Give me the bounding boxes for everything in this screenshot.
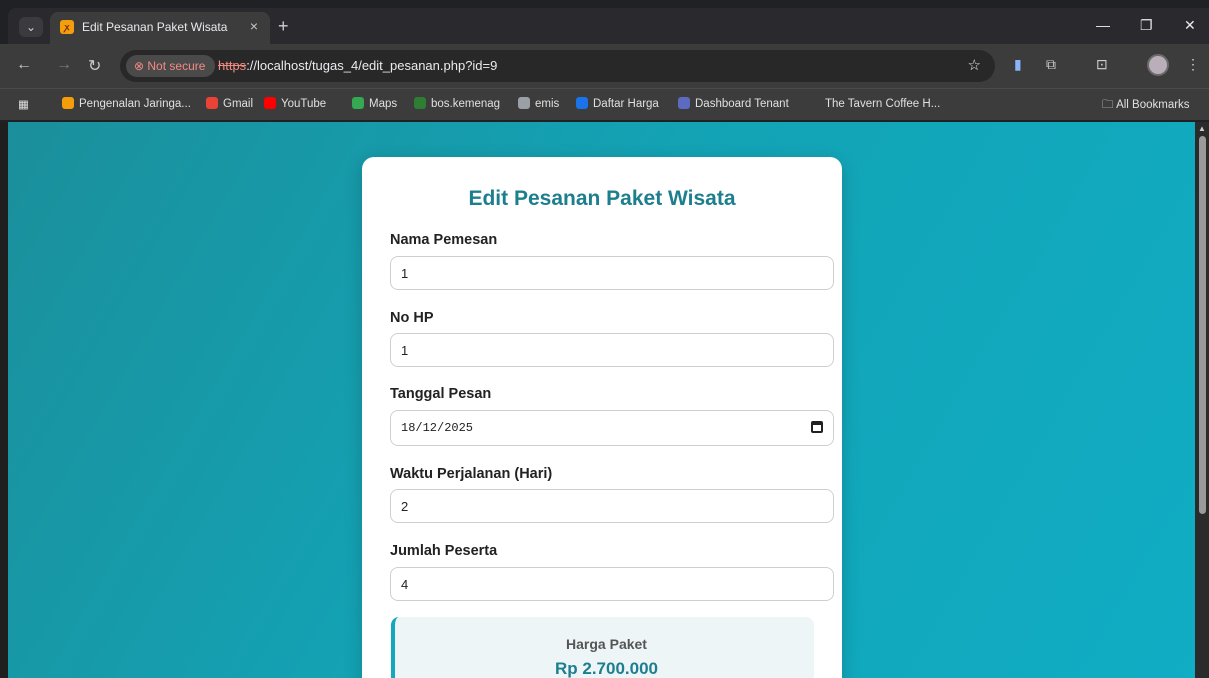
browser-chrome: ⌄ ꭗ Edit Pesanan Paket Wisata × + — ❐ ✕ … — [0, 0, 1209, 122]
edit-form-card: Edit Pesanan Paket Wisata Nama Pemesan N… — [362, 157, 842, 678]
waktu-perjalanan-label: Waktu Perjalanan (Hari) — [390, 466, 553, 482]
not-secure-chip[interactable]: ⊗ Not secure — [126, 55, 216, 77]
price-value: Rp 2.700.000 — [554, 659, 658, 678]
menu-kebab-icon[interactable]: ⋮ — [1186, 56, 1200, 73]
jumlah-peserta-label: Jumlah Peserta — [390, 543, 498, 559]
tab-active[interactable]: ꭗ Edit Pesanan Paket Wisata × — [50, 12, 270, 44]
bookmark-2-label: YouTube — [281, 98, 327, 110]
scroll-thumb[interactable] — [1199, 136, 1206, 514]
profile-avatar[interactable] — [1147, 54, 1169, 76]
url-scheme: https — [218, 58, 247, 73]
apps-grid-icon[interactable]: ▦ — [18, 97, 29, 111]
tab-search-button[interactable]: ⌄ — [19, 17, 43, 37]
scrollbar[interactable]: ▲ — [1195, 122, 1209, 678]
bookmark-0-icon — [62, 97, 74, 109]
restore-icon[interactable]: ❐ — [1140, 17, 1153, 34]
bookmark-daftar-harga[interactable]: Daftar Harga — [576, 97, 659, 110]
no-hp-input[interactable] — [390, 333, 834, 367]
page-viewport: Edit Pesanan Paket Wisata Nama Pemesan N… — [8, 122, 1209, 678]
bookmark-star-icon[interactable]: ☆ — [968, 56, 981, 74]
new-tab-button[interactable]: + — [278, 16, 289, 36]
folder-icon: 🗀 — [1102, 99, 1117, 111]
bookmark-3-label: Maps — [369, 98, 398, 110]
calendar-icon[interactable] — [811, 421, 823, 433]
waktu-perjalanan-input[interactable] — [390, 489, 834, 523]
price-label: Harga Paket — [566, 636, 647, 652]
bookmark-6-label: Daftar Harga — [593, 98, 659, 110]
bookmark-emis[interactable]: emis — [518, 97, 559, 110]
gmail-icon — [206, 97, 218, 109]
nama-pemesan-label: Nama Pemesan — [390, 232, 498, 248]
extensions-puzzle-icon[interactable]: ⧉ — [1046, 56, 1056, 73]
bookmarks-bar: ▦ Pengenalan Jaringa... Gmail YouTube Ma… — [0, 88, 1209, 120]
extension-icon[interactable]: ▮ — [1014, 56, 1022, 73]
bookmark-bos-kemenag[interactable]: bos.kemenag — [414, 97, 500, 110]
forward-icon[interactable]: → — [56, 56, 72, 74]
all-bookmarks[interactable]: 🗀 All Bookmarks — [1102, 97, 1190, 116]
bookmark-5-label: emis — [535, 98, 560, 110]
bookmark-dashboard-tenant[interactable]: Dashboard Tenant — [678, 97, 789, 110]
tab-title: Edit Pesanan Paket Wisata — [82, 20, 228, 34]
url-path: ://localhost/tugas_4/edit_pesanan.php?id… — [246, 58, 498, 73]
bookmark-0[interactable]: Pengenalan Jaringa... — [62, 97, 191, 110]
url-text[interactable]: https://localhost/tugas_4/edit_pesanan.p… — [218, 58, 497, 73]
toolbar: ← → ↻ ⊗ Not secure https://localhost/tug… — [0, 44, 1209, 88]
tanggal-pesan-value: 18/12/2025 — [401, 421, 474, 435]
xampp-icon: ꭗ — [60, 20, 74, 34]
tanggal-pesan-label: Tanggal Pesan — [390, 386, 492, 402]
address-bar[interactable]: ⊗ Not secure https://localhost/tugas_4/e… — [120, 50, 995, 82]
bookmark-7-label: Dashboard Tenant — [695, 98, 789, 110]
jumlah-peserta-input[interactable] — [390, 567, 834, 601]
maps-icon — [352, 97, 364, 109]
price-box: Harga Paket Rp 2.700.000 — [391, 617, 814, 678]
no-hp-label: No HP — [390, 310, 434, 326]
daftar-harga-icon — [576, 97, 588, 109]
bookmark-tavern-coffee[interactable]: The Tavern Coffee H... — [808, 97, 940, 110]
not-secure-label: Not secure — [147, 59, 206, 73]
page-title: Edit Pesanan Paket Wisata — [468, 187, 736, 210]
bookmark-youtube[interactable]: YouTube — [264, 97, 326, 110]
dashboard-tenant-icon — [678, 97, 690, 109]
close-icon[interactable]: × — [250, 18, 258, 34]
emis-icon — [518, 97, 530, 109]
tab-strip: ⌄ ꭗ Edit Pesanan Paket Wisata × + — ❐ ✕ — [8, 8, 1209, 44]
scroll-up-arrow-icon[interactable]: ▲ — [1198, 124, 1206, 133]
tavern-coffee-icon — [808, 97, 820, 109]
minimize-icon[interactable]: — — [1096, 17, 1110, 33]
bookmark-gmail[interactable]: Gmail — [206, 97, 253, 110]
bookmark-1-label: Gmail — [223, 98, 254, 110]
tanggal-pesan-input[interactable]: 18/12/2025 — [390, 410, 834, 446]
reload-icon[interactable]: ↻ — [88, 56, 101, 76]
all-bookmarks-label: All Bookmarks — [1116, 99, 1190, 111]
bookmark-0-label: Pengenalan Jaringa... — [79, 98, 191, 110]
window-close-icon[interactable]: ✕ — [1184, 17, 1196, 34]
nama-pemesan-input[interactable] — [390, 256, 834, 290]
bookmark-4-label: bos.kemenag — [431, 98, 501, 110]
screenshot-icon[interactable]: ⊡ — [1096, 56, 1108, 73]
kemenag-icon — [414, 97, 426, 109]
bookmark-8-label: The Tavern Coffee H... — [825, 98, 941, 110]
back-icon[interactable]: ← — [16, 56, 32, 74]
bookmark-maps[interactable]: Maps — [352, 97, 397, 110]
youtube-icon — [264, 97, 276, 109]
